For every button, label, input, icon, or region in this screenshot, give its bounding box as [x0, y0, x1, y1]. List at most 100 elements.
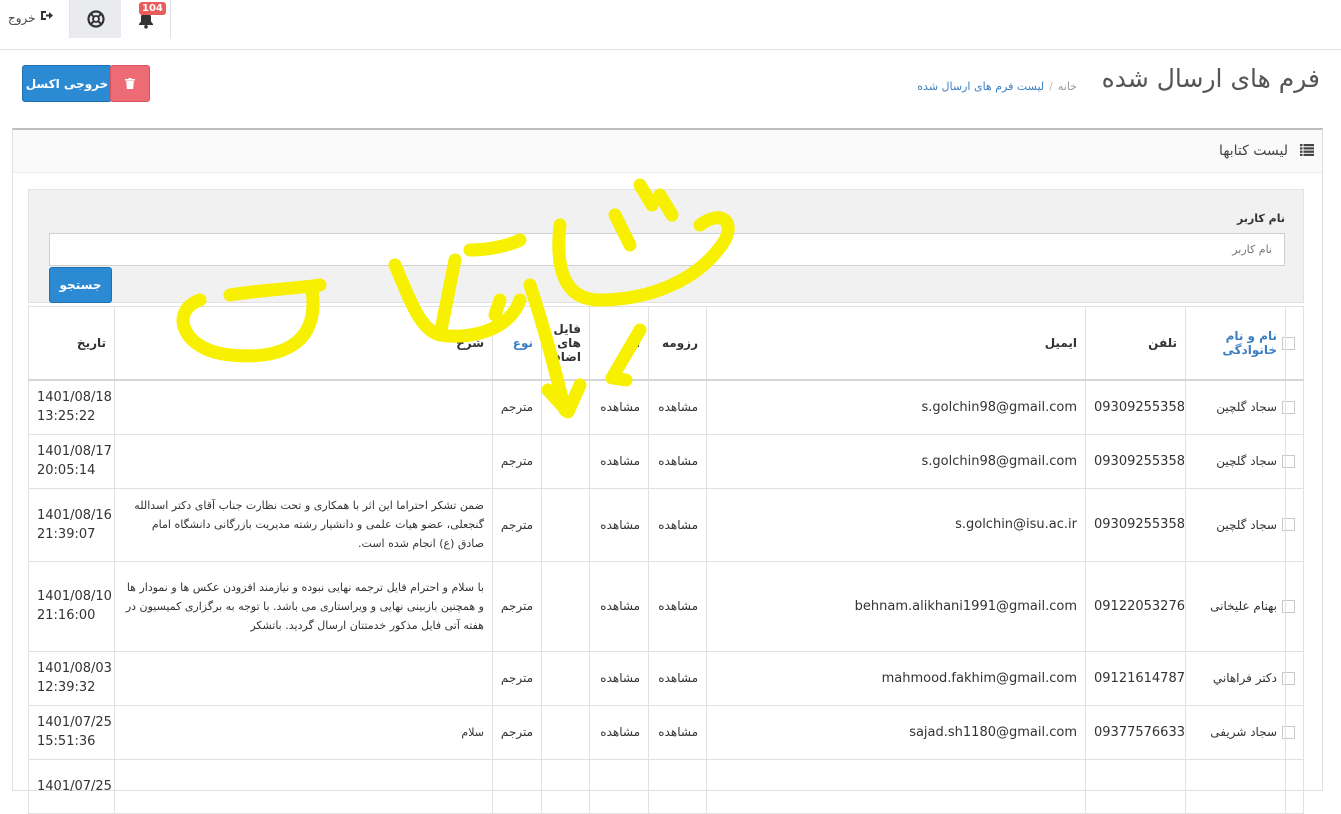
row-name: [1185, 758, 1286, 814]
table-header-row: نام و نام خانوادگی تلفن ایمیل رزومه اثر …: [28, 306, 1304, 381]
row-resume-link[interactable]: مشاهده: [648, 650, 707, 706]
breadcrumb-home[interactable]: خانه: [1058, 80, 1077, 93]
search-label: نام کاربر: [1237, 212, 1285, 225]
row-phone: 09309255358: [1085, 487, 1186, 562]
row-name: سجاد شریفی: [1185, 704, 1286, 760]
table-row: سجاد شریفی 09377576633 sajad.sh1180@gmail.…: [28, 704, 1304, 760]
row-email: s.golchin@isu.ac.ir: [706, 487, 1086, 562]
row-description: [114, 433, 493, 489]
row-work-link[interactable]: [589, 758, 649, 814]
row-select-cell[interactable]: [1282, 704, 1304, 760]
row-type: مترجم: [492, 560, 542, 652]
row-phone: 09377576633: [1085, 704, 1186, 760]
row-phone: 09309255358: [1085, 433, 1186, 489]
row-name: سجاد گلچین: [1185, 379, 1286, 435]
col-files: فایل های اضافه: [541, 306, 590, 381]
row-date-day: 1401/08/18: [37, 390, 112, 406]
breadcrumb: خانه / لیست فرم های ارسال شده: [917, 80, 1077, 93]
col-work: اثر: [589, 306, 649, 381]
table-row: دکتر فراهاني 09121614787 mahmood.fakhim@gm…: [28, 650, 1304, 706]
row-date-day: 1401/07/25: [37, 778, 112, 794]
row-files: [541, 560, 590, 652]
row-work-link[interactable]: مشاهده: [589, 650, 649, 706]
row-type: مترجم: [492, 379, 542, 435]
col-name[interactable]: نام و نام خانوادگی: [1185, 306, 1286, 381]
select-all-cell[interactable]: [1282, 306, 1304, 381]
row-type: مترجم: [492, 487, 542, 562]
table-row: بهنام علیخانی 09122053276 behnam.alikhani1…: [28, 560, 1304, 652]
row-description: ضمن تشکر احتراما این اثر با همکاری و تحت…: [114, 487, 493, 562]
row-date-time: 20:05:14: [37, 463, 96, 478]
logout-link[interactable]: خروج: [8, 10, 53, 25]
row-email: behnam.alikhani1991@gmail.com: [706, 560, 1086, 652]
row-work-link[interactable]: مشاهده: [589, 487, 649, 562]
row-select-cell[interactable]: [1282, 379, 1304, 435]
row-select-cell[interactable]: [1282, 650, 1304, 706]
table-row: سجاد گلچین 09309255358 s.golchin98@gmail.c…: [28, 433, 1304, 489]
col-type[interactable]: نوع: [492, 306, 542, 381]
row-work-link[interactable]: مشاهده: [589, 433, 649, 489]
row-description: [114, 379, 493, 435]
excel-export-button[interactable]: خروجی اکسل: [22, 65, 112, 102]
col-resume: رزومه: [648, 306, 707, 381]
row-description: با سلام و احترام فایل ترجمه نهایی نبوده …: [114, 560, 493, 652]
table-row: سجاد گلچین 09309255358 s.golchin@isu.ac.ir…: [28, 487, 1304, 562]
row-date-day: 1401/08/16: [37, 507, 112, 523]
portlet-title: لیست کتابها: [1219, 143, 1288, 159]
row-name: بهنام علیخانی: [1185, 560, 1286, 652]
col-phone: تلفن: [1085, 306, 1186, 381]
row-phone: 09121614787: [1085, 650, 1186, 706]
row-work-link[interactable]: مشاهده: [589, 560, 649, 652]
row-date: 1401/07/25 15:51:36: [28, 704, 115, 760]
row-date: 1401/08/18 13:25:22: [28, 379, 115, 435]
row-resume-link[interactable]: مشاهده: [648, 487, 707, 562]
row-date-day: 1401/07/25: [37, 715, 112, 730]
row-type: مترجم: [492, 650, 542, 706]
table-row: 1401/07/25: [28, 758, 1304, 814]
row-description: [114, 650, 493, 706]
row-type: مترجم: [492, 433, 542, 489]
row-date-time: 13:25:22: [37, 409, 96, 425]
delete-button[interactable]: [110, 65, 150, 102]
row-select-cell[interactable]: [1282, 487, 1304, 562]
table-row: سجاد گلچین 09309255358 s.golchin98@gmail.c…: [28, 379, 1304, 435]
row-resume-link[interactable]: مشاهده: [648, 704, 707, 760]
search-panel: نام کاربر جستجو: [28, 189, 1304, 303]
help-button[interactable]: [69, 0, 123, 38]
row-select-cell[interactable]: [1285, 758, 1304, 814]
row-description: [114, 758, 493, 814]
row-name: سجاد گلچین: [1185, 433, 1286, 489]
row-email: sajad.sh1180@gmail.com: [706, 704, 1086, 760]
breadcrumb-separator: /: [1049, 80, 1053, 93]
row-resume-link[interactable]: [648, 758, 707, 814]
row-phone: [1085, 758, 1186, 814]
row-type: [492, 758, 542, 814]
logout-label: خروج: [8, 10, 36, 25]
search-button[interactable]: جستجو: [49, 267, 112, 303]
row-resume-link[interactable]: مشاهده: [648, 560, 707, 652]
row-work-link[interactable]: مشاهده: [589, 704, 649, 760]
row-date-time: 15:51:36: [37, 734, 96, 749]
row-date-time: 21:16:00: [37, 608, 96, 623]
row-date: 1401/08/10 21:16:00: [28, 560, 115, 652]
row-email: s.golchin98@gmail.com: [706, 379, 1086, 435]
breadcrumb-current[interactable]: لیست فرم های ارسال شده: [917, 80, 1044, 93]
page-title: فرم های ارسال شده: [1101, 64, 1320, 93]
row-work-link[interactable]: مشاهده: [589, 379, 649, 435]
notifications-button[interactable]: 104: [121, 0, 171, 38]
row-resume-link[interactable]: مشاهده: [648, 379, 707, 435]
portlet-header: لیست کتابها: [13, 130, 1322, 173]
trash-icon: [125, 78, 135, 89]
row-resume-link[interactable]: مشاهده: [648, 433, 707, 489]
row-select-cell[interactable]: [1282, 433, 1304, 489]
col-date: تاریخ: [28, 306, 115, 381]
row-files: [541, 704, 590, 760]
row-phone: 09122053276: [1085, 560, 1186, 652]
row-files: [541, 433, 590, 489]
row-date: 1401/08/03 12:39:32: [28, 650, 115, 706]
list-icon: [1300, 144, 1314, 156]
username-search-input[interactable]: [49, 233, 1285, 266]
row-select-cell[interactable]: [1282, 560, 1304, 652]
row-date-time: 21:39:07: [37, 526, 96, 542]
row-phone: 09309255358: [1085, 379, 1186, 435]
